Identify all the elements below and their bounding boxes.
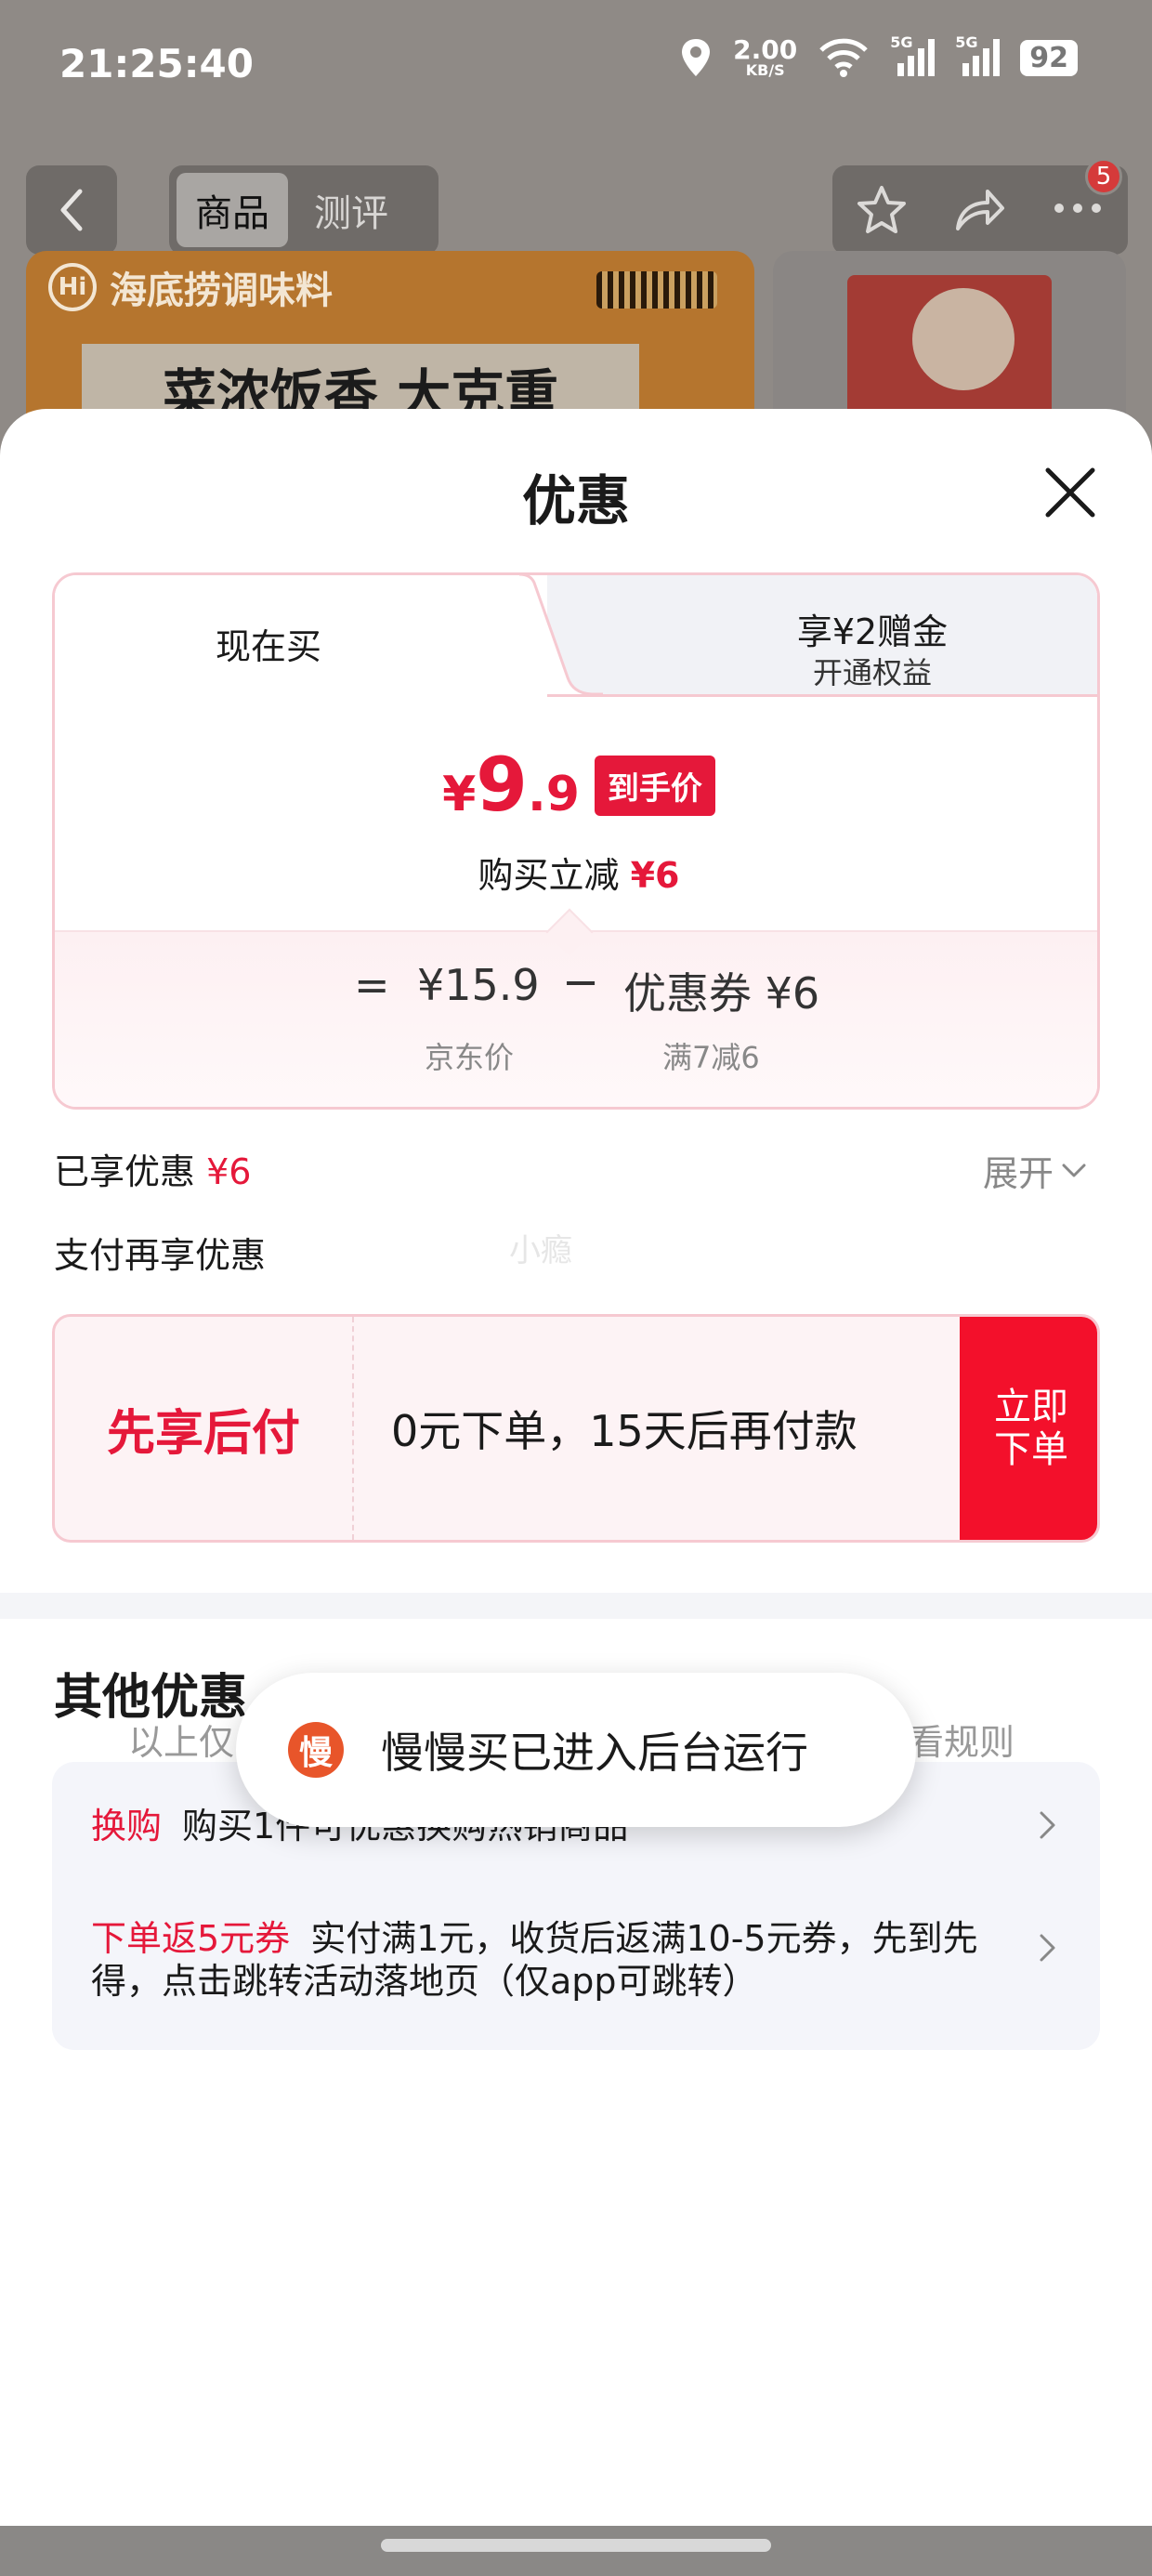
buy-now-pay-later-card[interactable]: 先享后付 0元下单，15天后再付款 立即 下单 <box>52 1314 1100 1543</box>
jd-price-label: 京东价 <box>425 1040 515 1075</box>
order-now-button[interactable]: 立即 下单 <box>960 1317 1097 1540</box>
tab-member-title[interactable]: 享¥2赠金 <box>538 603 1097 654</box>
more-menu[interactable] <box>1050 199 1106 221</box>
final-price-badge: 到手价 <box>594 755 715 816</box>
network-speed-value: 2.00 <box>733 34 798 65</box>
toast-notification: 慢 慢慢买已进入后台运行 <box>236 1673 916 1827</box>
signal-bar <box>908 56 915 76</box>
banner-decoration <box>596 271 717 309</box>
star-icon[interactable] <box>855 184 909 236</box>
status-bar: 21:25:40 2.00 KB/S 5G 5G 92 <box>0 0 1152 139</box>
payment-discount-heading: 支付再享优惠 <box>54 1235 267 1276</box>
brand-logo-icon: Hi <box>48 263 97 311</box>
chevron-down-icon <box>1062 1163 1086 1176</box>
jd-price: ¥15.9 <box>417 960 540 1010</box>
signal-label: 5G <box>955 33 978 51</box>
battery-level: 92 <box>1020 39 1078 76</box>
expand-button[interactable]: 展开 <box>983 1145 1087 1196</box>
bnpl-divider <box>352 1317 354 1540</box>
instant-discount-value: ¥6 <box>630 855 680 896</box>
price-breakdown: = ¥15.9 − 优惠券 ¥6 京东价 满7减6 <box>55 908 1097 1107</box>
network-speed: 2.00 KB/S <box>733 37 797 78</box>
order-now-line2: 下单 <box>994 1428 1068 1471</box>
banner-brand-text: 海底捞调味料 <box>110 269 333 312</box>
nav-actions: 5 <box>832 158 1128 255</box>
tab-review[interactable]: 测评 <box>295 173 407 247</box>
toast-text: 慢慢买已进入后台运行 <box>381 1728 808 1778</box>
signal-bar <box>897 63 905 76</box>
enjoyed-discount: 已享优惠 ¥6 <box>54 1143 251 1194</box>
sheet-title: 优惠 <box>521 469 630 532</box>
deal-card: 现在买 享¥2赠金 开通权益 ¥ 9 .9 到手价 购买立减 ¥6 = ¥15.… <box>52 572 1100 1110</box>
chevron-right-icon[interactable] <box>1037 1808 1059 1842</box>
banner-brand: Hi 海底捞调味料 <box>48 260 333 314</box>
signal-bar <box>928 39 936 76</box>
bnpl-title: 先享后付 <box>106 1405 300 1462</box>
coupon-return-tag: 下单返5元券 <box>91 1918 291 1959</box>
close-icon[interactable] <box>1039 461 1102 524</box>
final-price-row: ¥ 9 .9 到手价 <box>55 742 1097 828</box>
price-currency: ¥ <box>442 767 477 822</box>
chevron-left-icon <box>60 189 83 231</box>
cell-signal-2: 5G <box>955 33 1001 76</box>
footer-note: 以上仅 <box>128 1722 235 1763</box>
discount-sheet: 优惠 现在买 享¥2赠金 开通权益 ¥ 9 .9 到手价 购买立减 ¥6 = ¥… <box>0 409 1152 2528</box>
network-speed-unit: KB/S <box>745 61 785 79</box>
breakdown-equals: = <box>354 960 390 1010</box>
price-decimal: .9 <box>527 767 580 822</box>
signal-bar <box>993 39 1001 76</box>
instant-discount-label: 购买立减 <box>478 855 620 896</box>
signal-label: 5G <box>890 33 913 51</box>
location-icon <box>682 39 711 76</box>
coupon-condition: 满7减6 <box>662 1040 760 1075</box>
tab-product[interactable]: 商品 <box>177 173 288 247</box>
home-indicator[interactable] <box>381 2539 771 2552</box>
order-now-line1: 立即 <box>994 1386 1068 1428</box>
signal-bar <box>973 56 980 76</box>
signal-bar <box>962 63 970 76</box>
list-item-coupon-return[interactable]: 下单返5元券 实付满1元，收货后返满10-5元券，先到先得，点击跳转活动落地页（仅… <box>91 1918 1020 2003</box>
chevron-right-icon[interactable] <box>1037 1931 1059 1965</box>
product-nav-tabs: 商品 测评 <box>169 165 439 255</box>
bnpl-description: 0元下单，15天后再付款 <box>391 1406 857 1456</box>
tab-buy-now[interactable]: 现在买 <box>55 618 482 669</box>
cell-signal-1: 5G <box>890 33 936 76</box>
price-integer: 9 <box>476 742 528 828</box>
tab-underline <box>547 694 1097 697</box>
breakdown-notch <box>545 908 594 956</box>
wifi-icon <box>819 38 869 77</box>
enjoyed-discount-value: ¥6 <box>206 1151 252 1192</box>
notification-badge: 5 <box>1085 158 1122 195</box>
trade-in-tag: 换购 <box>91 1806 163 1847</box>
instant-discount: 购买立减 ¥6 <box>55 847 1097 898</box>
status-time: 21:25:40 <box>59 41 254 86</box>
status-icons: 2.00 KB/S 5G 5G 92 <box>679 33 1078 78</box>
product-mascot <box>912 288 1015 390</box>
back-button[interactable] <box>26 165 117 255</box>
tab-member-subtitle[interactable]: 开通权益 <box>538 650 1097 692</box>
signal-bar <box>918 48 925 76</box>
share-icon[interactable] <box>952 184 1006 236</box>
expand-label: 展开 <box>983 1153 1054 1194</box>
more-icon <box>1054 204 1102 213</box>
section-divider <box>0 1593 1152 1619</box>
breakdown-minus: − <box>562 956 600 1008</box>
enjoyed-discount-label: 已享优惠 <box>54 1151 196 1192</box>
app-logo-icon: 慢 <box>288 1722 344 1778</box>
signal-bar <box>983 48 990 76</box>
watermark: 小瘾 <box>509 1232 572 1269</box>
coupon-amount: 优惠券 ¥6 <box>623 968 820 1019</box>
final-price: ¥ 9 .9 <box>442 742 580 828</box>
view-rules-link[interactable]: 看规则 <box>909 1714 1015 1765</box>
